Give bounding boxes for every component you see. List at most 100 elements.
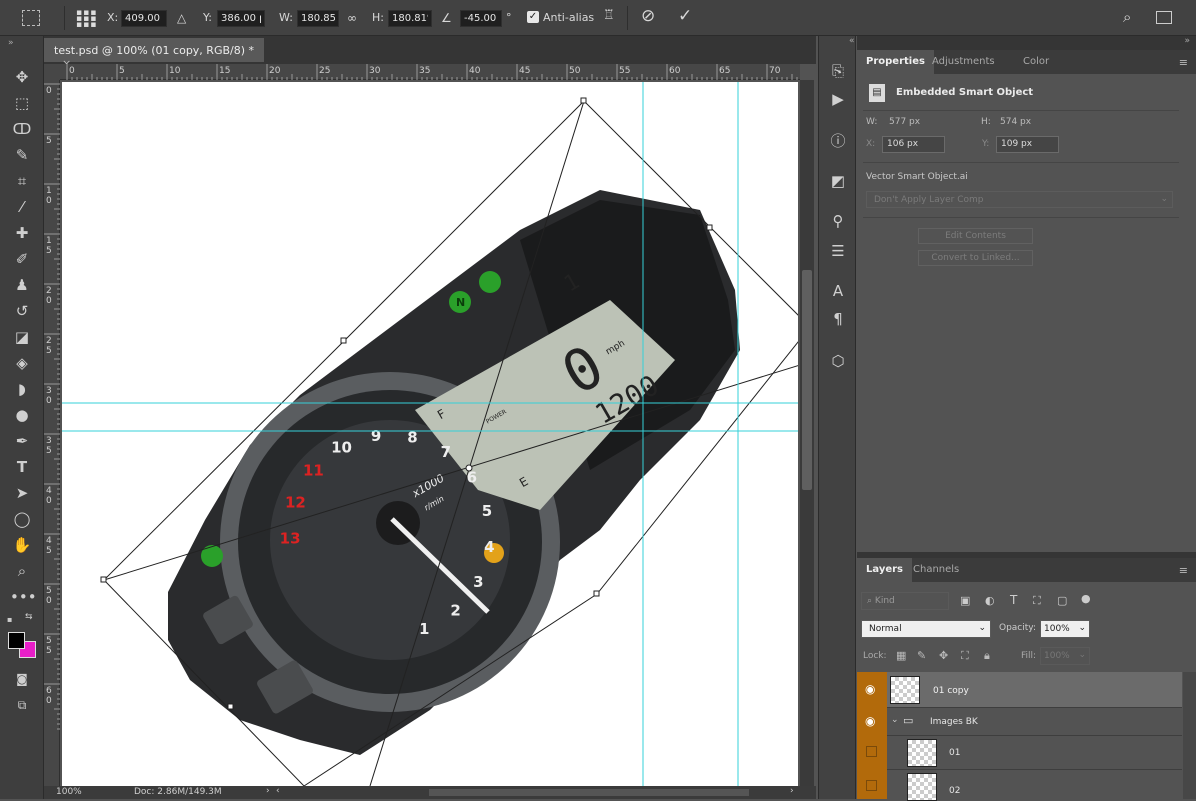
quick-select-tool-icon[interactable]: ✎ bbox=[10, 144, 34, 166]
tab-channels[interactable]: Channels bbox=[904, 558, 968, 582]
fill-field[interactable]: 100% ⌄ bbox=[1040, 647, 1090, 665]
collapse-right-icon[interactable]: » bbox=[1184, 36, 1190, 46]
filter-adjustment-icon[interactable]: ◐ bbox=[985, 594, 995, 607]
filter-pixel-icon[interactable]: ▣ bbox=[960, 594, 970, 607]
default-colors-icon[interactable]: ▪ bbox=[7, 615, 12, 624]
crop-tool-icon[interactable]: ⌗ bbox=[10, 170, 34, 192]
ellipse-tool-icon[interactable]: ◯ bbox=[10, 508, 34, 530]
group-expand-chevron-icon[interactable]: ⌄ bbox=[891, 715, 899, 725]
search-icon[interactable]: ⌕ bbox=[1123, 8, 1131, 26]
actions-play-icon[interactable]: ▶ bbox=[827, 88, 849, 110]
pen-tool-icon[interactable]: ✒ bbox=[10, 430, 34, 452]
transform-handle[interactable] bbox=[227, 703, 234, 710]
quick-mask-icon[interactable]: ◙ bbox=[10, 668, 34, 690]
scroll-left-icon[interactable]: ‹ bbox=[276, 786, 280, 796]
zoom-level[interactable]: 100% bbox=[56, 787, 82, 797]
lock-all-icon[interactable]: 🔒︎ bbox=[984, 649, 990, 663]
horizontal-ruler[interactable]: 0 5 10 15 20 25 30 35 40 45 50 55 60 65 70 bbox=[60, 64, 813, 80]
vertical-ruler[interactable]: 051015202530354045505560 bbox=[44, 80, 60, 786]
antialias-checkbox[interactable]: ✓ bbox=[527, 11, 539, 23]
panel-menu-icon[interactable]: ≡ bbox=[1179, 56, 1188, 69]
blend-mode-dropdown[interactable]: Normal ⌄ bbox=[861, 620, 991, 638]
layer-row-01-copy[interactable]: ◉ 01 copy bbox=[857, 672, 1182, 708]
filter-type-icon[interactable]: T bbox=[1010, 593, 1017, 607]
brush-tool-icon[interactable]: ✐ bbox=[10, 248, 34, 270]
status-menu-arrow-icon[interactable]: › bbox=[266, 786, 270, 796]
type-tool-icon[interactable]: T bbox=[10, 456, 34, 478]
transform-pivot[interactable] bbox=[465, 464, 473, 472]
filter-shape-icon[interactable]: ⛶ bbox=[1033, 594, 1041, 608]
layer-comp-dropdown[interactable]: Don't Apply Layer Comp ⌄ bbox=[866, 191, 1173, 208]
healing-brush-tool-icon[interactable]: ✚ bbox=[10, 222, 34, 244]
x-position-field[interactable] bbox=[121, 10, 167, 27]
scrollbar-thumb[interactable] bbox=[802, 270, 812, 490]
tab-color[interactable]: Color bbox=[1014, 50, 1058, 74]
layer-visibility-toggle[interactable] bbox=[857, 736, 887, 770]
lock-pixels-icon[interactable]: ✎ bbox=[917, 649, 926, 662]
layer-row-02[interactable]: 02 bbox=[857, 770, 1182, 801]
link-icon[interactable]: ∞ bbox=[347, 11, 357, 25]
commit-transform-icon[interactable]: ✓ bbox=[678, 6, 692, 26]
x-field[interactable]: 106 px bbox=[882, 136, 945, 153]
y-position-field[interactable] bbox=[217, 10, 265, 27]
swap-colors-icon[interactable]: ⇆ bbox=[25, 612, 33, 622]
layers-menu-icon[interactable]: ≡ bbox=[1179, 564, 1188, 577]
lock-artboard-icon[interactable]: ⛶ bbox=[961, 649, 969, 663]
blur-tool-icon[interactable]: ◗ bbox=[10, 378, 34, 400]
screen-mode-icon[interactable]: ⧉ bbox=[10, 694, 34, 716]
transform-handle[interactable] bbox=[593, 590, 600, 597]
collapse-icon[interactable]: » bbox=[8, 38, 14, 48]
layer-visibility-toggle[interactable]: ◉ bbox=[857, 672, 887, 708]
layer-filter-kind[interactable]: ⌕ Kind bbox=[861, 592, 949, 610]
cancel-transform-icon[interactable]: ⊘ bbox=[641, 6, 655, 26]
brush-settings-icon[interactable]: ☰ bbox=[827, 240, 849, 262]
rotation-angle-field[interactable] bbox=[460, 10, 502, 27]
width-scale-field[interactable] bbox=[297, 10, 339, 27]
transform-handle[interactable] bbox=[340, 337, 347, 344]
lock-transparent-icon[interactable]: ▦ bbox=[896, 649, 906, 662]
document-canvas[interactable]: 0 mph 1200 1 F E POWER x1000 r/min N 123… bbox=[62, 82, 811, 787]
hand-tool-icon[interactable]: ✋ bbox=[10, 534, 34, 556]
convert-to-linked-button[interactable]: Convert to Linked... bbox=[918, 250, 1033, 266]
transform-tool-icon[interactable] bbox=[22, 10, 40, 26]
layer-row-01[interactable]: 01 bbox=[857, 736, 1182, 770]
path-selection-tool-icon[interactable]: ➤ bbox=[10, 482, 34, 504]
brushes-icon[interactable]: ⚲ bbox=[827, 210, 849, 232]
character-icon[interactable]: A bbox=[827, 280, 849, 302]
layer-visibility-toggle[interactable]: ◉ bbox=[857, 708, 887, 736]
layer-row-images-bk[interactable]: ◉ ⌄ ▭ Images BK bbox=[857, 708, 1182, 736]
vertical-scrollbar[interactable] bbox=[800, 80, 814, 786]
filter-toggle-icon[interactable]: ● bbox=[1081, 592, 1091, 605]
layer-visibility-toggle[interactable] bbox=[857, 770, 887, 799]
eraser-tool-icon[interactable]: ◪ bbox=[10, 326, 34, 348]
lock-position-icon[interactable]: ✥ bbox=[939, 649, 948, 662]
edit-contents-button[interactable]: Edit Contents bbox=[918, 228, 1033, 244]
adjustments-icon[interactable]: ◩ bbox=[827, 170, 849, 192]
transform-handle[interactable] bbox=[706, 224, 713, 231]
foreground-color-swatch[interactable] bbox=[8, 632, 25, 649]
collapse-panels-icon[interactable]: « bbox=[849, 36, 855, 46]
y-field[interactable]: 109 px bbox=[996, 136, 1059, 153]
delta-icon[interactable]: △ bbox=[177, 11, 186, 25]
eyedropper-tool-icon[interactable]: ⁄ bbox=[10, 196, 34, 218]
tab-adjustments[interactable]: Adjustments bbox=[923, 50, 1004, 74]
height-scale-field[interactable] bbox=[388, 10, 432, 27]
3d-icon[interactable]: ⬡ bbox=[827, 350, 849, 372]
dodge-tool-icon[interactable]: ● bbox=[10, 404, 34, 426]
transform-handle[interactable] bbox=[580, 97, 587, 104]
horizontal-scrollbar-thumb[interactable] bbox=[429, 789, 749, 796]
lasso-tool-icon[interactable]: ↀ bbox=[10, 118, 34, 140]
layers-scrollbar[interactable] bbox=[1183, 672, 1196, 799]
more-tools-icon[interactable]: ••• bbox=[10, 586, 37, 608]
filter-smart-object-icon[interactable]: ▢ bbox=[1057, 594, 1067, 607]
workspace-icon[interactable] bbox=[1156, 11, 1172, 24]
paint-bucket-tool-icon[interactable]: ◈ bbox=[10, 352, 34, 374]
history-icon[interactable]: ⎘ bbox=[827, 60, 849, 82]
history-brush-tool-icon[interactable]: ↺ bbox=[10, 300, 34, 322]
zoom-tool-icon[interactable]: ⌕ bbox=[10, 560, 34, 582]
opacity-field[interactable]: 100% ⌄ bbox=[1040, 620, 1090, 638]
document-tab[interactable]: test.psd @ 100% (01 copy, RGB/8) * × bbox=[44, 38, 264, 70]
ruler-origin[interactable] bbox=[44, 64, 60, 80]
info-icon[interactable]: ⓘ bbox=[827, 130, 849, 152]
scroll-right-icon[interactable]: › bbox=[790, 786, 794, 796]
